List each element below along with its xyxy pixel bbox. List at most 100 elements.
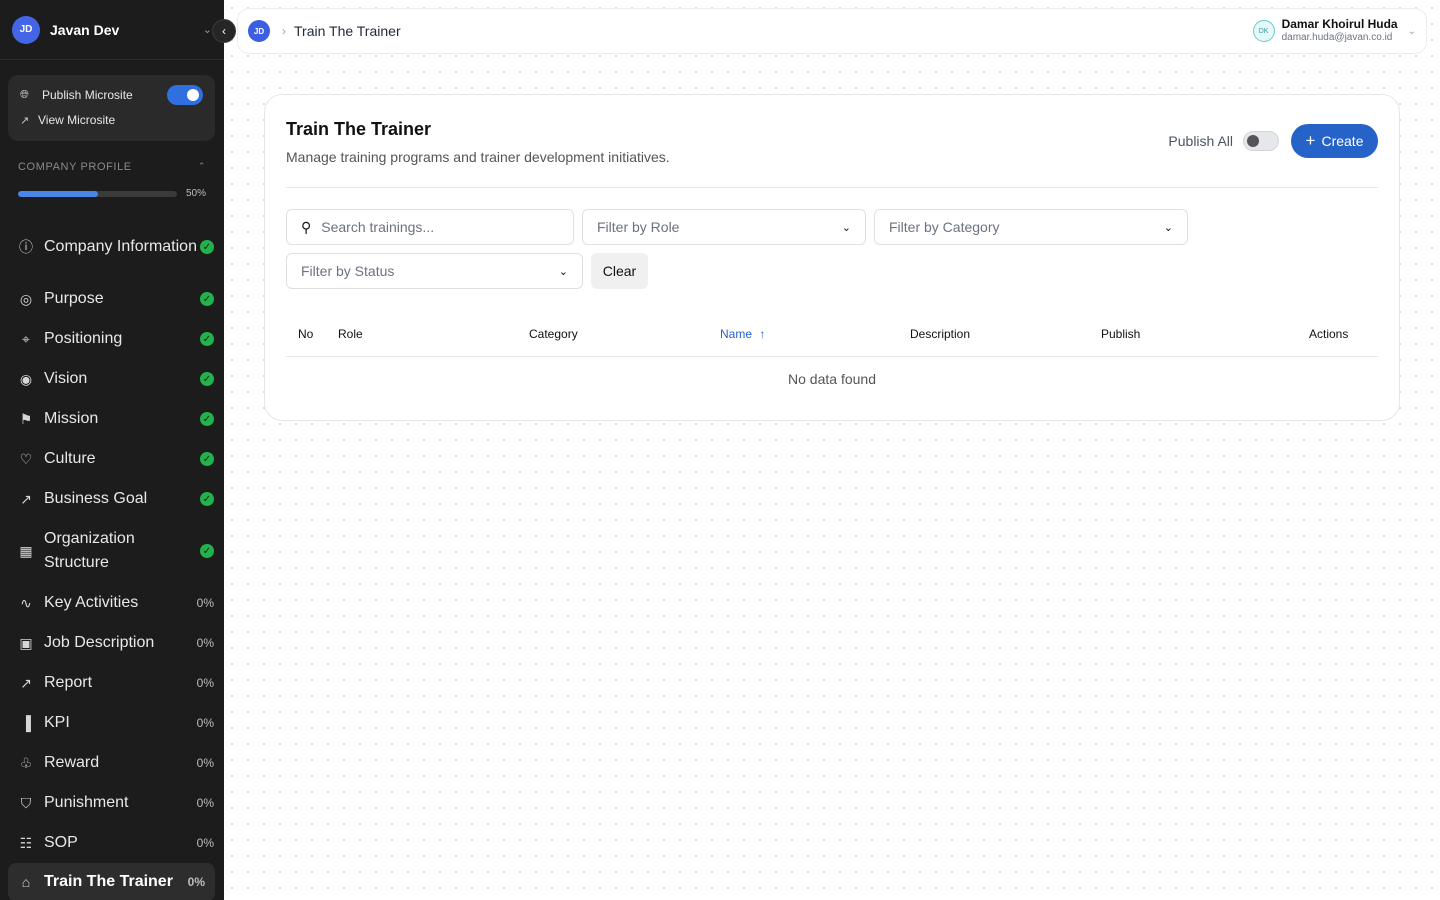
workspace-avatar-small[interactable]: JD bbox=[248, 20, 270, 42]
sidebar-item-purpose[interactable]: ◎ Purpose ✓ bbox=[0, 279, 224, 319]
sidebar-item-vision[interactable]: ◉ Vision ✓ bbox=[0, 359, 224, 399]
sidebar-item-punishment[interactable]: ⛉ Punishment 0% bbox=[0, 783, 224, 823]
header-actions: Publish All + Create bbox=[1168, 124, 1378, 158]
award-icon: ♧ bbox=[19, 754, 33, 771]
category-filter-select[interactable]: Filter by Category ⌄ bbox=[874, 209, 1188, 245]
clear-filters-button[interactable]: Clear bbox=[591, 253, 648, 289]
view-microsite-label: View Microsite bbox=[38, 113, 116, 127]
sidebar-item-label: Business Goal bbox=[44, 490, 148, 507]
column-description[interactable]: Description bbox=[910, 327, 970, 341]
sidebar-item-label: Punishment bbox=[44, 794, 129, 811]
check-circle-icon: ✓ bbox=[200, 544, 214, 558]
sidebar-item-label: Vision bbox=[44, 370, 88, 387]
sidebar-item-label: Company Information bbox=[44, 238, 197, 255]
sidebar-nav: ⓘ Company Information ✓ ◎ Purpose ✓ ⌖ Positioni… bbox=[0, 215, 224, 900]
sidebar-item-job-description[interactable]: ▣ Job Description 0% bbox=[0, 623, 224, 663]
chevron-down-icon: ⌄ bbox=[202, 24, 212, 36]
column-name-label: Name bbox=[720, 327, 753, 341]
column-actions: Actions bbox=[1309, 327, 1349, 341]
status-filter-select[interactable]: Filter by Status ⌄ bbox=[286, 253, 583, 289]
publish-all-toggle[interactable] bbox=[1243, 131, 1279, 151]
chevron-left-icon: ‹ bbox=[222, 24, 226, 38]
completion-percent: 0% bbox=[196, 636, 214, 650]
sidebar-item-sop[interactable]: ☷ SOP 0% bbox=[0, 823, 224, 863]
chevron-down-icon: ⌄ bbox=[1163, 221, 1173, 234]
sidebar-item-organization-structure[interactable]: ▦ Organization Structure ✓ bbox=[0, 519, 224, 583]
search-placeholder: Search trainings... bbox=[321, 219, 435, 235]
sidebar-item-label: Purpose bbox=[44, 290, 104, 307]
completion-percent: 0% bbox=[196, 796, 214, 810]
collapse-sidebar-button[interactable]: ‹ bbox=[212, 19, 236, 43]
building-icon: ▦ bbox=[19, 542, 33, 559]
eye-icon: ◉ bbox=[19, 370, 33, 387]
sidebar-item-label: Organization Structure bbox=[44, 530, 135, 571]
completion-percent: 0% bbox=[196, 716, 214, 730]
check-circle-icon: ✓ bbox=[200, 412, 214, 426]
sidebar-item-company-information[interactable]: ⓘ Company Information ✓ bbox=[0, 215, 224, 279]
check-circle-icon: ✓ bbox=[200, 332, 214, 346]
company-profile-progress: 50% bbox=[18, 188, 206, 199]
search-input[interactable]: ⚲ Search trainings... bbox=[286, 209, 574, 245]
sidebar-item-culture[interactable]: ♡ Culture ✓ bbox=[0, 439, 224, 479]
check-circle-icon: ✓ bbox=[200, 292, 214, 306]
workspace-switcher[interactable]: JD Javan Dev ⌄ bbox=[0, 0, 224, 60]
search-icon: ⚲ bbox=[301, 218, 312, 235]
sidebar-item-label: Mission bbox=[44, 410, 99, 427]
chevron-down-icon: ⌄ bbox=[841, 221, 851, 234]
user-info: Damar Khoirul Huda damar.huda@javan.co.i… bbox=[1282, 18, 1398, 44]
user-name: Damar Khoirul Huda bbox=[1281, 17, 1398, 31]
sidebar-item-key-activities[interactable]: ∿ Key Activities 0% bbox=[0, 583, 224, 623]
workspace-name: Javan Dev bbox=[50, 21, 120, 38]
plus-icon: + bbox=[1305, 131, 1316, 150]
completion-percent: 0% bbox=[196, 676, 214, 690]
sidebar-item-label: Key Activities bbox=[44, 594, 139, 611]
shield-icon: ⛉ bbox=[20, 794, 32, 811]
completion-percent: 0% bbox=[196, 756, 214, 770]
user-menu[interactable]: DK Damar Khoirul Huda damar.huda@javan.c… bbox=[1252, 18, 1416, 44]
empty-state: No data found bbox=[788, 371, 876, 387]
briefcase-icon: ▣ bbox=[19, 634, 33, 651]
publish-all-label: Publish All bbox=[1168, 133, 1233, 149]
chevron-down-icon: ⌄ bbox=[1407, 25, 1416, 37]
sidebar-item-label: Job Description bbox=[44, 634, 155, 651]
check-circle-icon: ✓ bbox=[200, 492, 214, 506]
check-circle-icon: ✓ bbox=[200, 452, 214, 466]
progress-track bbox=[18, 190, 177, 197]
sidebar-item-label: KPI bbox=[44, 714, 70, 731]
chevron-up-icon: ⌃ bbox=[197, 161, 206, 171]
sidebar-item-reward[interactable]: ♧ Reward 0% bbox=[0, 743, 224, 783]
sidebar-item-kpi[interactable]: ▐ KPI 0% bbox=[0, 703, 224, 743]
progress-fill bbox=[18, 190, 98, 197]
role-filter-select[interactable]: Filter by Role ⌄ bbox=[582, 209, 866, 245]
globe-icon: 🌐︎ bbox=[20, 88, 29, 101]
sidebar-item-train-the-trainer[interactable]: ⌂ Train The Trainer 0% bbox=[8, 863, 215, 900]
publish-microsite-row: 🌐︎ Publish Microsite bbox=[20, 85, 203, 105]
sidebar-item-report[interactable]: ↗ Report 0% bbox=[0, 663, 224, 703]
sidebar-item-label: Report bbox=[44, 674, 93, 691]
column-name[interactable]: Name ↑ bbox=[720, 327, 765, 341]
category-filter-placeholder: Filter by Category bbox=[889, 219, 1000, 235]
column-role[interactable]: Role bbox=[338, 327, 363, 341]
target-icon: ◎ bbox=[19, 290, 33, 307]
check-circle-icon: ✓ bbox=[200, 372, 214, 386]
company-profile-section-toggle[interactable]: COMPANY PROFILE ⌃ bbox=[18, 161, 206, 173]
create-button[interactable]: + Create bbox=[1291, 124, 1378, 158]
sidebar-item-positioning[interactable]: ⌖ Positioning ✓ bbox=[0, 319, 224, 359]
completion-percent: 0% bbox=[187, 875, 205, 889]
sidebar-item-label: Positioning bbox=[44, 330, 123, 347]
document-icon: ☷ bbox=[19, 834, 33, 851]
publish-microsite-toggle[interactable] bbox=[167, 85, 203, 105]
column-category[interactable]: Category bbox=[529, 327, 578, 341]
user-email: damar.huda@javan.co.id bbox=[1281, 32, 1393, 43]
sidebar-item-label: SOP bbox=[44, 834, 78, 851]
workspace-avatar: JD bbox=[12, 15, 40, 44]
create-label: Create bbox=[1321, 133, 1364, 149]
table-header: No Role Category Name ↑ Description Publ… bbox=[286, 313, 1378, 357]
activity-icon: ∿ bbox=[20, 594, 32, 611]
sidebar: JD Javan Dev ⌄ 🌐︎ Publish Microsite ↗ Vi… bbox=[0, 0, 224, 900]
sidebar-item-business-goal[interactable]: ↗ Business Goal ✓ bbox=[0, 479, 224, 519]
column-publish[interactable]: Publish bbox=[1101, 327, 1140, 341]
view-microsite-link[interactable]: ↗ View Microsite bbox=[20, 113, 203, 127]
sidebar-item-mission[interactable]: ⚑ Mission ✓ bbox=[0, 399, 224, 439]
sidebar-item-label: Culture bbox=[44, 450, 96, 467]
